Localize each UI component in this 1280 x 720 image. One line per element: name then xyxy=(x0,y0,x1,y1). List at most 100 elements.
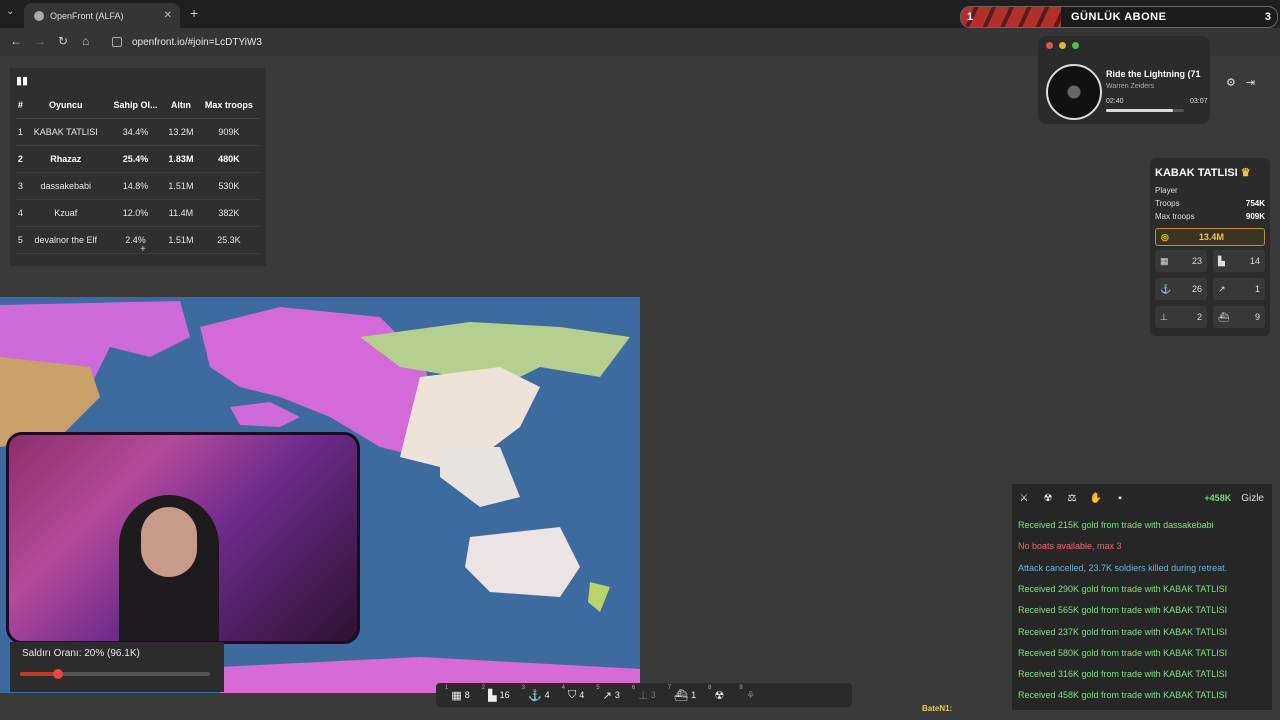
hotkey-label: 9 xyxy=(739,685,743,691)
leaderboard-expand-button[interactable]: + xyxy=(140,244,146,255)
table-cell: 34.4% xyxy=(106,118,165,146)
build-slot-1[interactable]: 1 ▦ 8 xyxy=(442,685,473,705)
gold-display: ◎ 13.4M xyxy=(1155,228,1265,246)
hotkey-label: 1 xyxy=(445,685,449,691)
exit-icon[interactable]: ⇥ xyxy=(1246,76,1255,89)
troops-value: 754K xyxy=(1245,199,1265,208)
nuke-icon[interactable]: ☢ xyxy=(1036,493,1060,504)
table-row[interactable]: 2 Rhazaz 25.4% 1.83M 480K xyxy=(16,145,260,173)
sword-icon[interactable]: ⚔ xyxy=(1012,493,1036,504)
build-slot-4[interactable]: 4 ⛉ 4 xyxy=(559,685,588,705)
column-header[interactable]: Max troops xyxy=(197,92,260,119)
build-slot-6[interactable]: 6 ⊥ 3 xyxy=(629,685,659,705)
build-slot-8[interactable]: 8 ☢ xyxy=(705,685,730,705)
alliance-icon[interactable]: ✋ xyxy=(1084,493,1108,504)
song-artist: Warren Zeiders xyxy=(1106,83,1154,90)
building-count-cell: ⛴ 9 xyxy=(1213,306,1265,328)
table-cell: 14.8% xyxy=(106,172,165,200)
column-header[interactable]: Sahip Ol... xyxy=(106,92,165,119)
factory-icon: ▙ xyxy=(1218,255,1225,266)
leaderboard-panel: ▮▮ # Oyuncu Sahip Ol... Altın Max troops 1 KA… xyxy=(10,68,266,266)
close-window-dot[interactable] xyxy=(1046,42,1053,49)
missile-silo-icon: ↗ xyxy=(602,689,612,702)
table-cell: 13.2M xyxy=(164,118,198,146)
hotkey-label: 6 xyxy=(631,685,636,691)
player-nickname: BateN1: xyxy=(922,704,953,713)
warship-icon: ⛴ xyxy=(674,689,689,702)
city-icon: ▦ xyxy=(451,689,462,702)
gold-gain: +458K xyxy=(1204,493,1232,503)
event-message: Received 565K gold from trade with KABAK… xyxy=(1018,605,1228,616)
new-tab-icon[interactable]: + xyxy=(190,5,198,21)
events-filter-bar: ⚔ ☢ ⚖ ✋ ▪ +458K Gizle xyxy=(1012,484,1272,512)
attack-ratio-label: Saldırı Oranı: 20% (96.1K) xyxy=(22,648,140,659)
settings-icon[interactable]: ⚙ xyxy=(1226,76,1236,89)
banner-title: GÜNLÜK ABONE xyxy=(1071,11,1167,23)
hide-events-button[interactable]: Gizle xyxy=(1241,493,1264,504)
reload-icon[interactable]: ↻ xyxy=(58,34,68,48)
trade-icon[interactable]: ⚖ xyxy=(1060,493,1084,504)
table-cell: devalnor the Elf xyxy=(24,226,107,254)
site-info-icon[interactable] xyxy=(112,37,122,47)
table-row[interactable]: 4 Kzuaf 12.0% 11.4M 382K xyxy=(16,199,260,227)
build-slot-3[interactable]: 3 ⚓ 4 xyxy=(519,685,553,705)
close-icon[interactable]: ✕ xyxy=(164,10,172,21)
forward-icon[interactable]: → xyxy=(34,34,46,48)
table-cell: 530K xyxy=(197,172,260,200)
build-count: 8 xyxy=(464,690,470,700)
table-row[interactable]: 5 devalnor the Elf 2.4% 1.51M 25.3K xyxy=(16,226,260,254)
minimize-window-dot[interactable] xyxy=(1059,42,1066,49)
table-cell: Rhazaz xyxy=(24,145,107,173)
tab-search-icon[interactable]: ⌄ xyxy=(6,6,14,17)
browser-tab[interactable]: OpenFront (ALFA) ✕ xyxy=(24,3,180,28)
leaderboard-table: # Oyuncu Sahip Ol... Altın Max troops 1 KABAK… xyxy=(16,92,260,254)
globe-icon xyxy=(34,10,44,21)
song-progress-bar[interactable] xyxy=(1106,109,1184,112)
table-cell: 1.51M xyxy=(164,172,198,200)
slider-knob[interactable] xyxy=(53,669,63,679)
troops-label: Troops xyxy=(1155,199,1180,208)
banner-right-number: 3 xyxy=(1264,11,1271,23)
table-cell: 2 xyxy=(16,145,25,173)
building-count-cell: ⊥ 2 xyxy=(1155,306,1207,328)
max-troops-value: 909K xyxy=(1245,212,1265,221)
max-troops-label: Max troops xyxy=(1155,212,1195,221)
table-header-row: # Oyuncu Sahip Ol... Altın Max troops xyxy=(16,92,260,119)
table-cell: 25.3K xyxy=(197,226,260,254)
home-icon[interactable]: ⌂ xyxy=(82,34,89,48)
chat-icon[interactable]: ▪ xyxy=(1108,493,1132,504)
build-count: 4 xyxy=(544,690,550,700)
hydrogen-bomb-icon: ⚘ xyxy=(745,689,756,702)
coin-icon: ◎ xyxy=(1161,231,1169,242)
build-bar: 1 ▦ 8 2 ▙ 16 3 ⚓ 4 4 ⛉ 4 5 ↗ 3 6 ⊥ 3 7 ⛴ 1 8 ☢ 9 ⚘ xyxy=(436,683,852,707)
build-slot-7[interactable]: 7 ⛴ 1 xyxy=(665,685,699,705)
sam-launcher-icon: ⊥ xyxy=(638,689,648,702)
defense-post-icon: ⛉ xyxy=(568,688,577,701)
table-cell: 12.0% xyxy=(106,199,165,227)
event-message: Received 215K gold from trade with dassa… xyxy=(1018,520,1214,530)
column-header[interactable]: Oyuncu xyxy=(24,92,107,119)
back-icon[interactable]: ← xyxy=(10,34,22,48)
banner-left-number: 1 xyxy=(967,11,974,23)
event-message: No boats available, max 3 xyxy=(1018,541,1122,552)
building-count: 9 xyxy=(1254,312,1260,322)
bar-chart-icon[interactable]: ▮▮ xyxy=(16,74,28,87)
build-slot-5[interactable]: 5 ↗ 3 xyxy=(593,685,623,705)
build-slot-2[interactable]: 2 ▙ 16 xyxy=(479,685,513,705)
player-type: Player xyxy=(1155,186,1178,195)
elapsed-time: 02:40 xyxy=(1106,98,1124,105)
url-field[interactable]: openfront.io/#join=LcDTYiW3 xyxy=(108,32,668,52)
music-player-widget: Ride the Lightning (71 Warren Zeiders 02… xyxy=(1038,36,1210,124)
table-cell: 25.4% xyxy=(106,145,165,173)
build-slot-9[interactable]: 9 ⚘ xyxy=(736,685,761,705)
maximize-window-dot[interactable] xyxy=(1072,42,1079,49)
table-cell: 382K xyxy=(197,199,260,227)
event-message: Received 237K gold from trade with KABAK… xyxy=(1018,626,1228,637)
table-row[interactable]: 3 dassakebabi 14.8% 1.51M 530K xyxy=(16,172,260,200)
column-header[interactable]: Altın xyxy=(164,92,198,119)
table-row[interactable]: 1 KABAK TATLISI 34.4% 13.2M 909K xyxy=(16,118,260,146)
build-count: 4 xyxy=(579,690,585,700)
attack-ratio-slider[interactable] xyxy=(20,669,210,679)
event-message: Received 316K gold from trade with KABAK… xyxy=(1018,669,1228,680)
column-header[interactable]: # xyxy=(16,92,25,119)
